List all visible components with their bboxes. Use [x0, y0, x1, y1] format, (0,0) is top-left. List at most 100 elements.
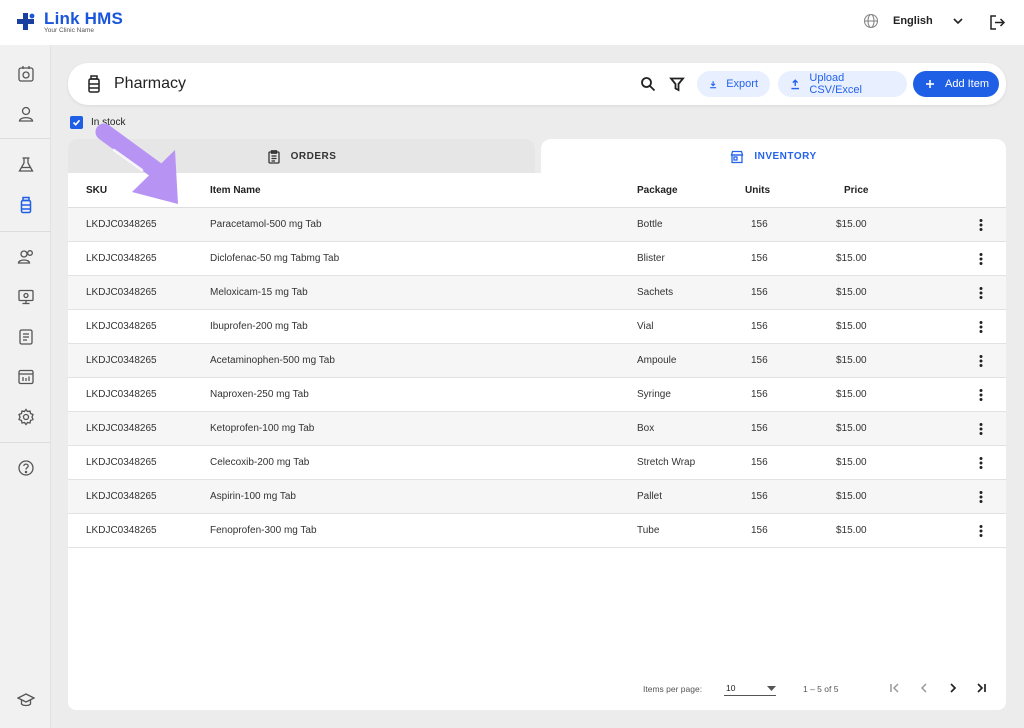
column-item-name[interactable]: Item Name: [210, 185, 261, 196]
more-options-icon[interactable]: [976, 354, 986, 368]
table-row[interactable]: LKDJC0348265 Ibuprofen-200 mg Tab Vial 156 $…: [68, 310, 1006, 344]
monitor-icon[interactable]: [17, 288, 35, 306]
settings-icon[interactable]: [17, 408, 35, 426]
more-options-icon[interactable]: [976, 252, 986, 266]
cell-units: 156: [751, 253, 768, 264]
cell-price: $15.00: [836, 321, 867, 332]
table-row[interactable]: LKDJC0348265 Ketoprofen-100 mg Tab Box 156 $…: [68, 412, 1006, 446]
previous-page-icon[interactable]: [917, 681, 931, 695]
brand-logo[interactable]: Link HMS Your Clinic Name: [16, 10, 123, 35]
cell-package: Sachets: [637, 287, 674, 298]
add-item-button[interactable]: Add Item: [913, 71, 999, 97]
cell-units: 156: [751, 423, 768, 434]
cell-units: 156: [751, 287, 768, 298]
cell-item-name: Ibuprofen-200 mg Tab: [210, 321, 308, 332]
more-options-icon[interactable]: [976, 320, 986, 334]
cell-item-name: Aspirin-100 mg Tab: [210, 491, 296, 502]
cell-item-name: Meloxicam-15 mg Tab: [210, 287, 308, 298]
pharmacy-bottle-icon[interactable]: [17, 196, 35, 214]
page-range: 1 – 5 of 5: [803, 684, 839, 694]
globe-icon: [863, 13, 879, 29]
column-package[interactable]: Package: [637, 185, 678, 196]
clipboard-icon: [267, 149, 280, 164]
top-bar: Link HMS Your Clinic Name English: [0, 0, 1024, 45]
inventory-table: SKU Item Name Package Units Price LKDJC0…: [68, 173, 1006, 710]
more-options-icon[interactable]: [976, 218, 986, 232]
upload-icon: [791, 78, 799, 89]
cell-package: Vial: [637, 321, 654, 332]
cell-item-name: Celecoxib-200 mg Tab: [210, 457, 310, 468]
cell-package: Box: [637, 423, 655, 434]
more-options-icon[interactable]: [976, 490, 986, 504]
cell-price: $15.00: [836, 491, 867, 502]
cell-units: 156: [751, 389, 768, 400]
export-label: Export: [726, 78, 758, 90]
more-options-icon[interactable]: [976, 456, 986, 470]
graduation-cap-icon[interactable]: [17, 691, 35, 709]
cell-units: 156: [751, 525, 768, 536]
in-stock-checkbox[interactable]: [70, 116, 83, 129]
help-icon[interactable]: [17, 459, 35, 477]
search-icon[interactable]: [640, 76, 656, 92]
table-header: SKU Item Name Package Units Price: [68, 173, 1006, 208]
next-page-icon[interactable]: [946, 681, 960, 695]
table-row[interactable]: LKDJC0348265 Naproxen-250 mg Tab Syringe 15…: [68, 378, 1006, 412]
sidebar: [0, 45, 51, 728]
cell-sku: LKDJC0348265: [86, 219, 157, 230]
logout-icon[interactable]: [989, 14, 1006, 31]
calendar-icon[interactable]: [17, 65, 35, 83]
language-selector[interactable]: English: [863, 13, 965, 29]
cell-package: Bottle: [637, 219, 663, 230]
chevron-down-icon: [953, 18, 963, 25]
export-button[interactable]: Export: [697, 71, 770, 97]
cell-units: 156: [751, 219, 768, 230]
cell-item-name: Diclofenac-50 mg Tabmg Tab: [210, 253, 340, 264]
column-units[interactable]: Units: [745, 185, 770, 196]
items-per-page-value: 10: [726, 683, 736, 693]
items-per-page-select[interactable]: 10: [724, 682, 776, 696]
patients-icon[interactable]: [17, 248, 35, 266]
column-price[interactable]: Price: [844, 185, 868, 196]
cell-price: $15.00: [836, 423, 867, 434]
cell-sku: LKDJC0348265: [86, 491, 157, 502]
upload-button[interactable]: Upload CSV/Excel: [778, 71, 907, 97]
cell-sku: LKDJC0348265: [86, 355, 157, 366]
table-row[interactable]: LKDJC0348265 Aspirin-100 mg Tab Pallet 156 $…: [68, 480, 1006, 514]
table-row[interactable]: LKDJC0348265 Acetaminophen-500 mg Tab Ampo…: [68, 344, 1006, 378]
more-options-icon[interactable]: [976, 524, 986, 538]
cell-item-name: Fenoprofen-300 mg Tab: [210, 525, 317, 536]
table-row[interactable]: LKDJC0348265 Paracetamol-500 mg Tab Bottle…: [68, 208, 1006, 242]
more-options-icon[interactable]: [976, 388, 986, 402]
brand-tagline: Your Clinic Name: [44, 27, 94, 34]
add-item-label: Add Item: [945, 78, 990, 90]
table-row[interactable]: LKDJC0348265 Meloxicam-15 mg Tab Sachets 15…: [68, 276, 1006, 310]
filter-icon[interactable]: [669, 76, 685, 92]
cell-sku: LKDJC0348265: [86, 287, 157, 298]
cell-sku: LKDJC0348265: [86, 321, 157, 332]
analytics-icon[interactable]: [17, 368, 35, 386]
pointer-arrow-icon: [95, 123, 178, 204]
download-icon: [710, 80, 717, 88]
lab-flask-icon[interactable]: [17, 156, 35, 174]
tab-inventory-label: INVENTORY: [754, 151, 817, 162]
table-row[interactable]: LKDJC0348265 Celecoxib-200 mg Tab Stretch …: [68, 446, 1006, 480]
cell-price: $15.00: [836, 219, 867, 230]
first-page-icon[interactable]: [888, 681, 902, 695]
cell-package: Pallet: [637, 491, 663, 502]
cell-price: $15.00: [836, 287, 867, 298]
more-options-icon[interactable]: [976, 422, 986, 436]
cell-item-name: Ketoprofen-100 mg Tab: [210, 423, 315, 434]
table-row[interactable]: LKDJC0348265 Fenoprofen-300 mg Tab Tube 156…: [68, 514, 1006, 548]
last-page-icon[interactable]: [974, 681, 988, 695]
sidebar-divider: [0, 442, 51, 443]
table-row[interactable]: LKDJC0348265 Diclofenac-50 mg Tabmg Tab Bl…: [68, 242, 1006, 276]
cell-units: 156: [751, 491, 768, 502]
tab-inventory[interactable]: INVENTORY: [541, 139, 1006, 174]
plus-icon: [926, 80, 934, 88]
cell-price: $15.00: [836, 525, 867, 536]
cell-package: Ampoule: [637, 355, 677, 366]
report-icon[interactable]: [17, 328, 35, 346]
tab-orders-label: ORDERS: [290, 151, 337, 162]
user-icon[interactable]: [17, 105, 35, 123]
more-options-icon[interactable]: [976, 286, 986, 300]
